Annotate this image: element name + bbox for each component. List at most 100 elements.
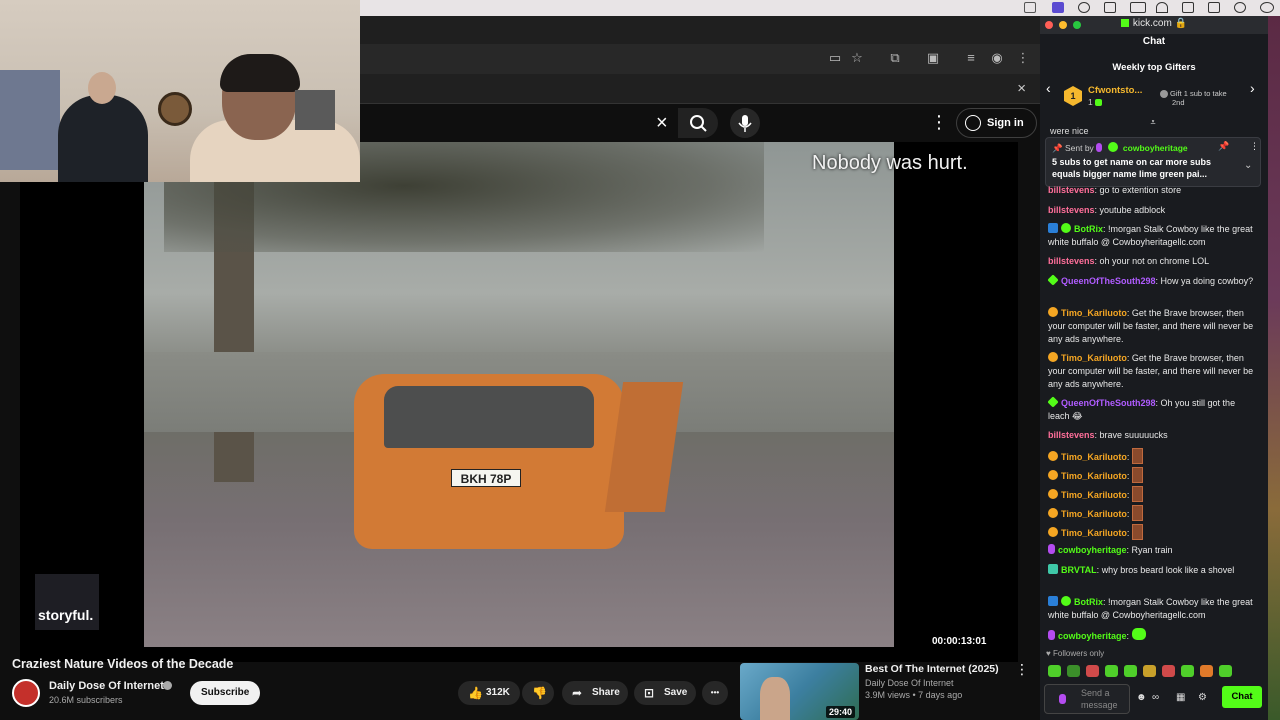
- search-icon[interactable]: [1234, 2, 1246, 13]
- browser-menu-icon[interactable]: ⋮: [1016, 51, 1030, 65]
- emote-button[interactable]: [1086, 665, 1099, 677]
- battery-icon[interactable]: [1130, 2, 1146, 13]
- chevron-down-icon[interactable]: ⌄: [1244, 160, 1252, 171]
- window-curtain: [0, 70, 60, 170]
- chat-user[interactable]: QueenOfTheSouth298: [1061, 276, 1156, 286]
- recommended-thumbnail[interactable]: 29:40: [740, 663, 859, 720]
- chat-message: Timo_Kariluoto:: [1048, 467, 1258, 483]
- clear-search-icon[interactable]: ×: [656, 112, 668, 135]
- chat-user[interactable]: billstevens: [1048, 205, 1095, 215]
- emote-button[interactable]: [1200, 665, 1213, 677]
- orange-car: BKH 78P: [354, 374, 624, 549]
- subscriber-badge-icon: [1048, 527, 1058, 537]
- emote-button[interactable]: [1105, 665, 1118, 677]
- share-button[interactable]: ➦ Share: [562, 681, 628, 705]
- chat-user[interactable]: Timo_Kariluoto: [1061, 452, 1127, 462]
- recommended-channel[interactable]: Daily Dose Of Internet: [865, 678, 954, 688]
- verified-check-icon: [163, 681, 172, 690]
- sign-in-button[interactable]: Sign in: [956, 108, 1037, 138]
- more-actions-button[interactable]: •••: [702, 681, 728, 705]
- chat-message: QueenOfTheSouth298: How ya doing cowboy?: [1047, 274, 1258, 288]
- display-icon[interactable]: [1024, 2, 1036, 13]
- chat-user[interactable]: Timo_Kariluoto: [1061, 509, 1127, 519]
- emote-button[interactable]: [1181, 665, 1194, 677]
- gifter-count-value: 1: [1088, 97, 1093, 107]
- emote-button[interactable]: [1143, 665, 1156, 677]
- chat-user[interactable]: Timo_Kariluoto: [1061, 353, 1127, 363]
- settings-menu-icon[interactable]: ⋮: [930, 112, 948, 133]
- chat-user[interactable]: Timo_Kariluoto: [1061, 528, 1127, 538]
- recommended-menu-icon[interactable]: ⋮: [1015, 661, 1029, 678]
- cast-icon[interactable]: ▭: [828, 51, 842, 65]
- dislike-button[interactable]: 👎: [522, 681, 554, 705]
- chat-user[interactable]: billstevens: [1048, 430, 1095, 440]
- emote-button[interactable]: [1162, 665, 1175, 677]
- share-icon: ➦: [572, 686, 583, 700]
- extensions-icon[interactable]: ⧉: [888, 51, 902, 65]
- gear-icon[interactable]: ⚙: [1198, 692, 1207, 703]
- window-icon[interactable]: [1104, 2, 1116, 13]
- pin-collapse-icon[interactable]: ⩡: [1146, 117, 1160, 127]
- bluetooth-icon[interactable]: [1208, 2, 1220, 13]
- voice-search-button[interactable]: [730, 108, 760, 138]
- subscriber-badge-icon: [1048, 451, 1058, 461]
- reading-list-icon[interactable]: ≡: [964, 51, 978, 65]
- chat-user[interactable]: Timo_Kariluoto: [1061, 471, 1127, 481]
- bookmark-star-icon[interactable]: ☆: [850, 51, 864, 65]
- control-center-icon[interactable]: [1182, 2, 1194, 13]
- pinned-text: 5 subs to get name on car more subs equa…: [1052, 157, 1212, 179]
- search-button[interactable]: [678, 108, 718, 138]
- close-icon[interactable]: ×: [1017, 80, 1026, 97]
- chat-header: Chat: [1142, 36, 1166, 47]
- verified-badge-icon: [1061, 596, 1071, 606]
- pinned-message[interactable]: 📌 Sent by cowboyheritage 📌 ⋮ 5 subs to g…: [1045, 137, 1261, 187]
- chat-message: Timo_Kariluoto:: [1048, 486, 1258, 502]
- subscribe-button[interactable]: Subscribe: [190, 681, 261, 705]
- chat-message-input[interactable]: Send a message: [1044, 684, 1130, 714]
- chat-user[interactable]: billstevens: [1048, 185, 1095, 195]
- emoji-picker-icon[interactable]: ☻: [1136, 692, 1147, 703]
- siri-icon[interactable]: [1260, 2, 1274, 13]
- chat-user[interactable]: Timo_Kariluoto: [1061, 490, 1127, 500]
- chat-user[interactable]: BRVTAL: [1061, 565, 1097, 575]
- profile-icon[interactable]: ◉: [990, 51, 1004, 65]
- gifter-name[interactable]: Cfwontsto...: [1088, 85, 1142, 96]
- gift-icon: [1095, 99, 1103, 106]
- chat-user[interactable]: cowboyheritage: [1058, 545, 1127, 555]
- chevron-left-icon[interactable]: ‹: [1046, 80, 1051, 96]
- emote-button[interactable]: [1048, 665, 1061, 677]
- subscriber-badge-icon: [1048, 352, 1058, 362]
- video-player[interactable]: BKH 78P Nobody was hurt. storyful. 00:00…: [20, 142, 1018, 662]
- chat-user[interactable]: BotRix: [1074, 224, 1103, 234]
- tab-search-icon[interactable]: ▣: [926, 51, 940, 65]
- send-chat-button[interactable]: Chat: [1222, 686, 1262, 708]
- like-button[interactable]: 👍 312K: [458, 681, 520, 705]
- channel-name[interactable]: Daily Dose Of Internet: [49, 680, 164, 692]
- emote-button[interactable]: [1124, 665, 1137, 677]
- link-icon[interactable]: ∞: [1152, 692, 1159, 703]
- chat-user[interactable]: QueenOfTheSouth298: [1061, 398, 1156, 408]
- chat-user[interactable]: Timo_Kariluoto: [1061, 308, 1127, 318]
- unpin-icon[interactable]: 📌: [1218, 141, 1229, 152]
- kick-url-text: kick.com: [1132, 18, 1172, 29]
- save-button[interactable]: ⊡ Save: [634, 681, 696, 705]
- store-icon[interactable]: ▦: [1176, 692, 1185, 703]
- pinned-user[interactable]: cowboyheritage: [1123, 143, 1188, 153]
- video-frame[interactable]: BKH 78P: [144, 142, 894, 647]
- chevron-right-icon[interactable]: ›: [1250, 80, 1255, 96]
- chat-user[interactable]: BotRix: [1074, 597, 1103, 607]
- pinned-sent-by: Sent by: [1064, 143, 1094, 153]
- emote-button[interactable]: [1067, 665, 1080, 677]
- microphone-badge-icon: [1048, 630, 1055, 640]
- wifi-icon[interactable]: [1156, 2, 1168, 13]
- chat-message: billstevens: oh your not on chrome LOL: [1048, 256, 1210, 266]
- emote-button[interactable]: [1219, 665, 1232, 677]
- more-options-icon[interactable]: ⋮: [1250, 141, 1259, 152]
- recommended-title[interactable]: Best Of The Internet (2025): [865, 663, 999, 675]
- play-icon[interactable]: [1078, 2, 1090, 13]
- channel-avatar[interactable]: [12, 679, 40, 707]
- chat-user[interactable]: cowboyheritage: [1058, 631, 1127, 641]
- chat-user[interactable]: billstevens: [1048, 256, 1095, 266]
- screen-share-icon[interactable]: [1052, 2, 1064, 13]
- car-rear-window: [384, 386, 594, 448]
